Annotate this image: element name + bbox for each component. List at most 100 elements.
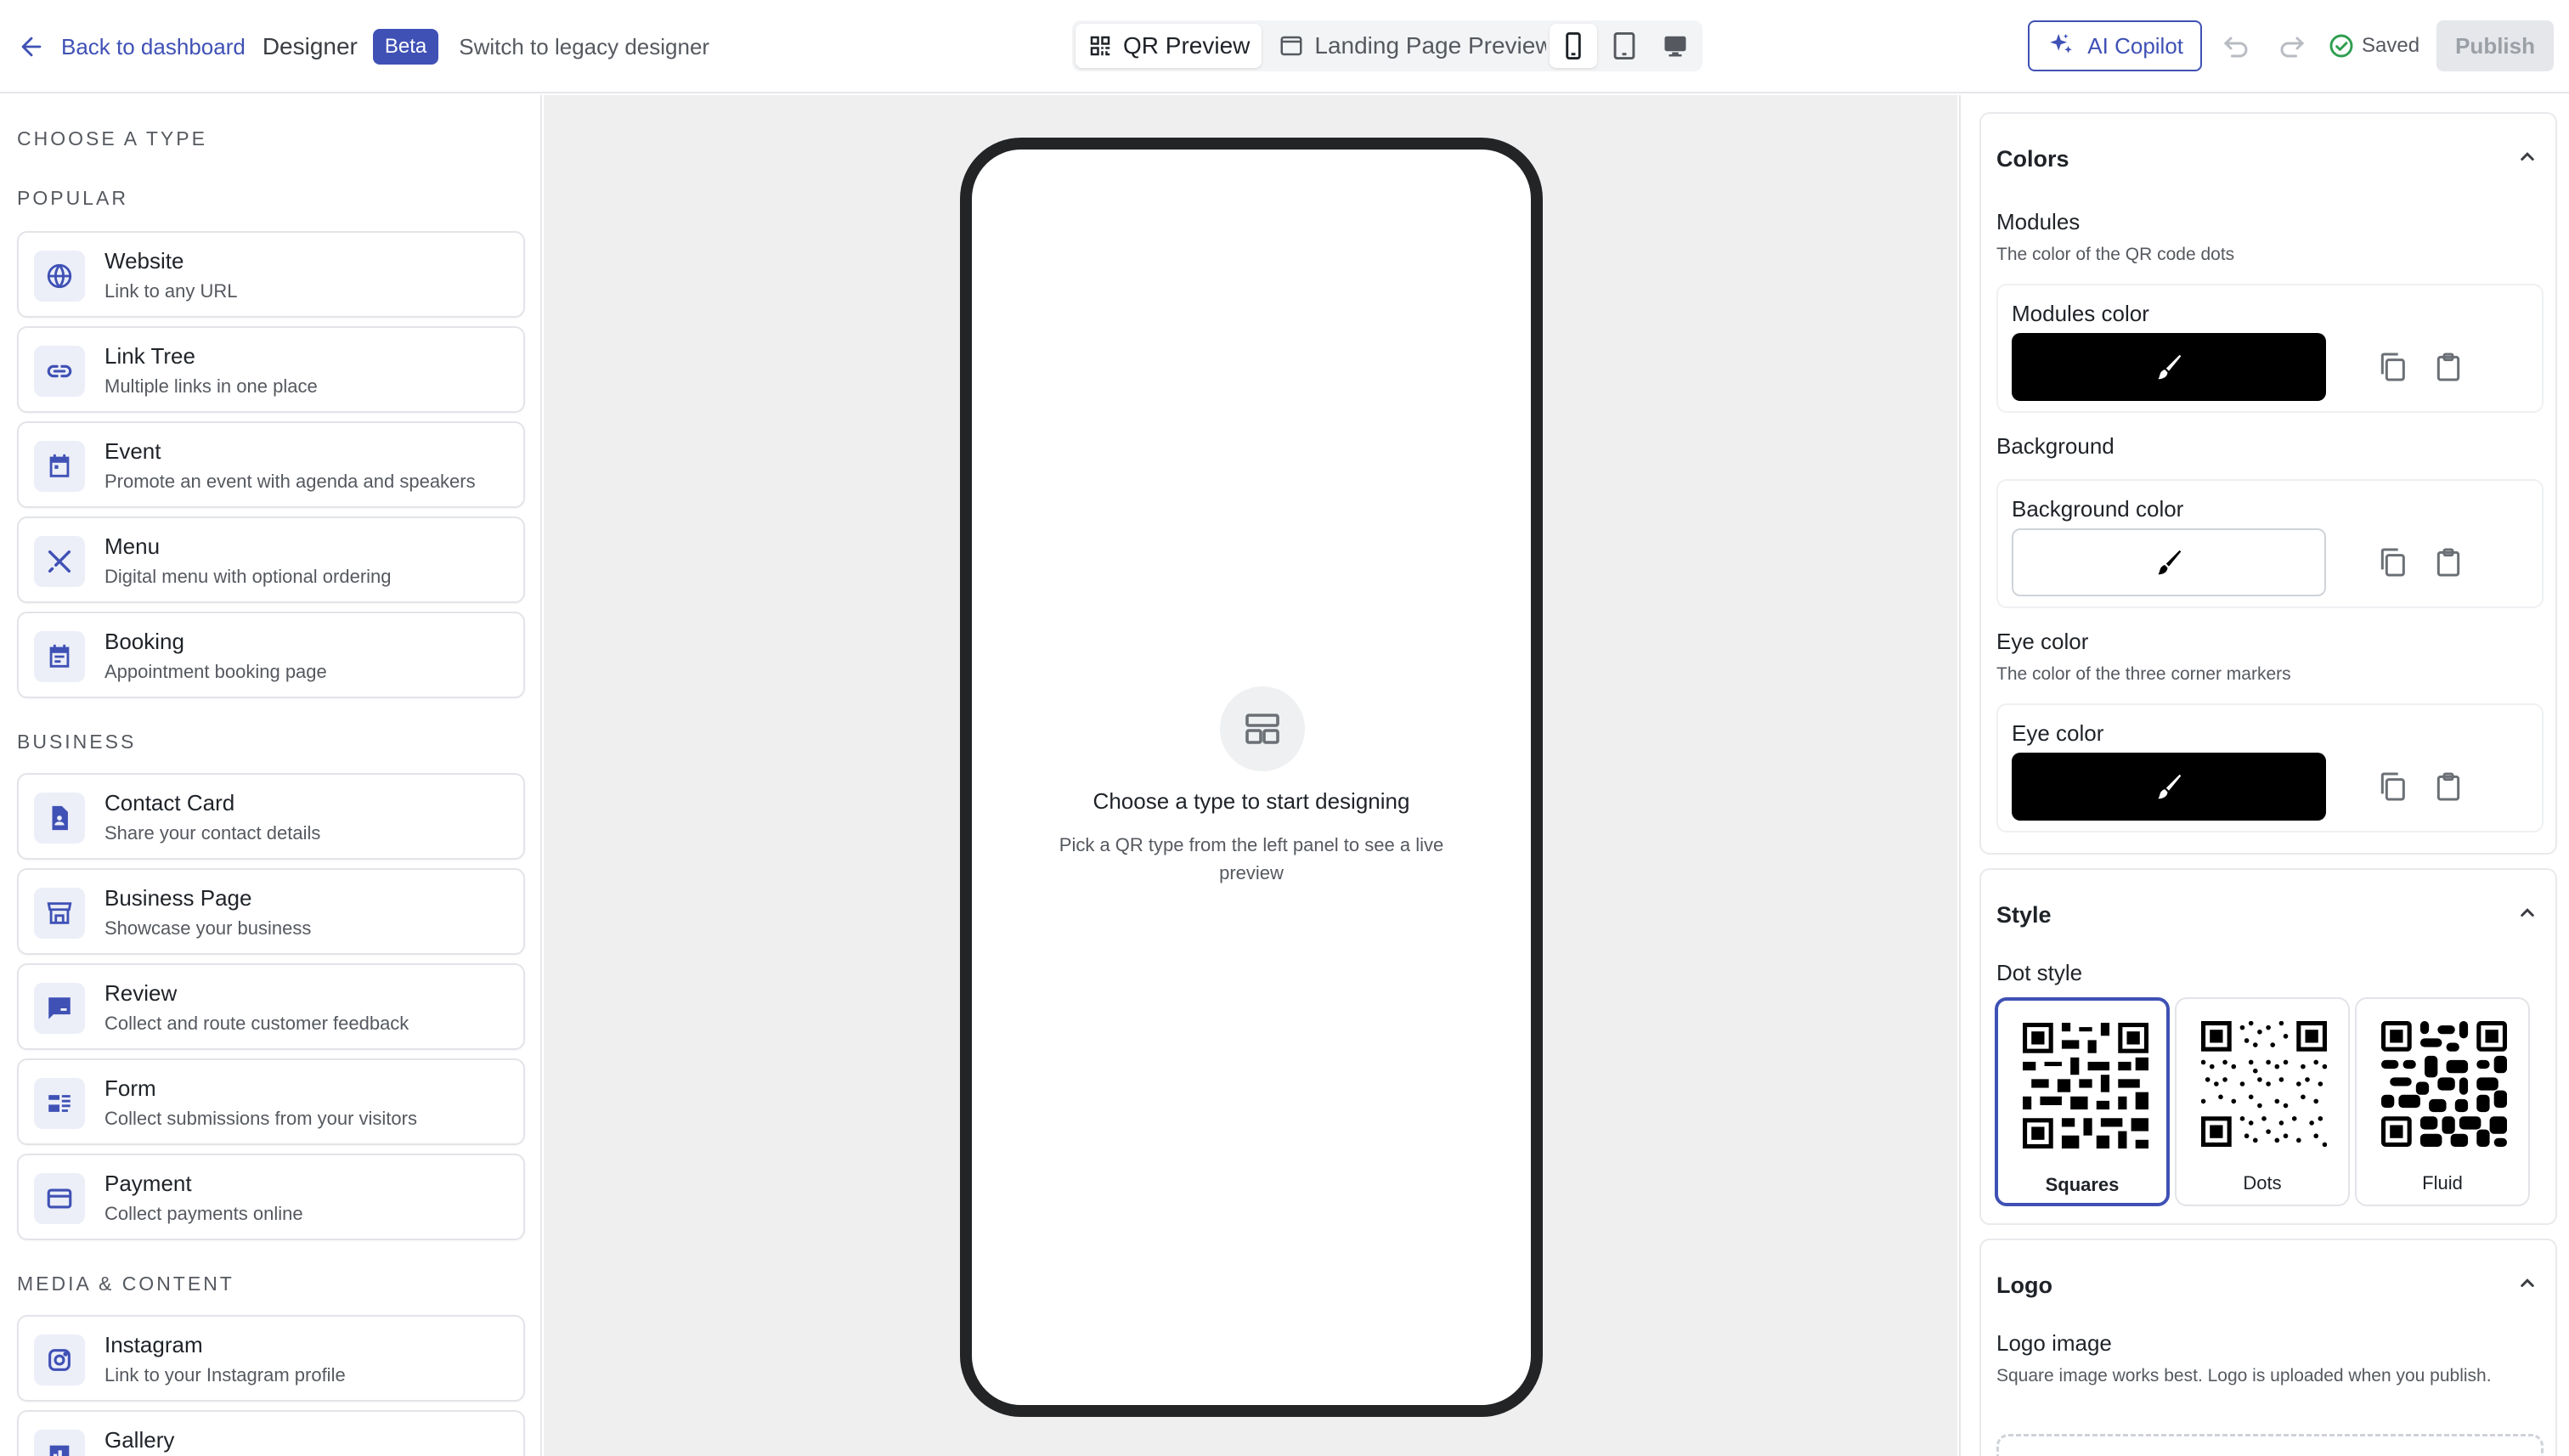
switch-legacy-link[interactable]: Switch to legacy designer: [459, 34, 709, 60]
ai-copilot-button[interactable]: AI Copilot: [2028, 20, 2203, 71]
device-desktop-button[interactable]: [1652, 24, 1699, 68]
storefront-icon: [34, 888, 85, 939]
preview-tabs: QR Preview Landing Page Preview: [1072, 20, 1568, 71]
type-card-gallery[interactable]: Gallery: [17, 1410, 525, 1456]
chevron-up-icon[interactable]: [2515, 1271, 2540, 1296]
back-label: Back to dashboard: [61, 33, 246, 59]
clipboard-icon: [2436, 548, 2460, 577]
copy-icon: [2380, 353, 2405, 381]
chevron-up-icon[interactable]: [2515, 144, 2540, 170]
paintbrush-icon: [2158, 774, 2182, 799]
colors-section-title: Colors: [1996, 146, 2069, 172]
eye-color-title: Eye color: [1996, 629, 2089, 654]
device-tablet-button[interactable]: [1601, 24, 1648, 68]
copy-color-button[interactable]: [2375, 770, 2409, 804]
contact-card-icon: [34, 793, 85, 844]
dot-style-fluid[interactable]: Fluid: [2355, 997, 2530, 1206]
type-card-booking[interactable]: Booking Appointment booking page: [17, 612, 525, 698]
dot-style-squares[interactable]: Squares: [1995, 997, 2170, 1206]
dot-style-label: Dot style: [1996, 960, 2083, 985]
type-card-website[interactable]: Website Link to any URL: [17, 231, 525, 318]
eye-color-swatch[interactable]: [2012, 753, 2326, 821]
background-title: Background: [1996, 433, 2114, 459]
copy-icon: [2380, 548, 2405, 577]
layout-icon: [1220, 686, 1305, 771]
check-circle-icon: [2329, 34, 2353, 58]
redo-icon: [2280, 37, 2305, 58]
phone-frame: Choose a type to start designing Pick a …: [960, 138, 1543, 1417]
type-card-form[interactable]: Form Collect submissions from your visit…: [17, 1058, 525, 1145]
paintbrush-icon: [2158, 354, 2182, 380]
clipboard-icon: [2436, 353, 2460, 381]
modules-description: The color of the QR code dots: [1996, 245, 2235, 264]
type-title: Contact Card: [104, 790, 235, 815]
colors-section: Colors Modules The color of the QR code …: [1979, 112, 2557, 855]
panel-title: CHOOSE A TYPE: [17, 127, 207, 150]
undo-button[interactable]: [2214, 24, 2258, 68]
copy-icon: [2380, 772, 2405, 801]
logo-upload-dropzone[interactable]: [1996, 1434, 2544, 1456]
type-title: Link Tree: [104, 343, 195, 369]
background-color-swatch[interactable]: [2012, 528, 2326, 596]
ai-copilot-label: AI Copilot: [2087, 32, 2184, 59]
device-phone-button[interactable]: [1550, 24, 1597, 68]
clipboard-icon: [2436, 772, 2460, 801]
type-card-link-tree[interactable]: Link Tree Multiple links in one place: [17, 326, 525, 413]
top-bar-right: AI Copilot Saved Publish: [2028, 20, 2554, 71]
dot-style-dots[interactable]: Dots: [2175, 997, 2350, 1206]
dot-style-name: Dots: [2243, 1172, 2282, 1194]
publish-button[interactable]: Publish: [2436, 20, 2554, 71]
type-card-event[interactable]: Event Promote an event with agenda and s…: [17, 421, 525, 508]
calendar-icon: [34, 441, 85, 492]
type-title: Instagram: [104, 1332, 203, 1357]
globe-icon: [34, 251, 85, 302]
saved-status: Saved: [2328, 32, 2419, 59]
paste-color-button[interactable]: [2431, 545, 2465, 579]
redo-button[interactable]: [2270, 24, 2314, 68]
logo-section: Logo Logo image Square image works best.…: [1979, 1239, 2557, 1456]
type-title: Payment: [104, 1171, 192, 1196]
type-title: Event: [104, 438, 161, 464]
chevron-up-icon[interactable]: [2515, 900, 2540, 926]
category-popular: POPULAR: [17, 187, 128, 209]
link-icon: [34, 346, 85, 397]
back-to-dashboard-link[interactable]: Back to dashboard: [17, 32, 246, 61]
logo-image-description: Square image works best. Logo is uploade…: [1996, 1366, 2492, 1385]
browser-window-icon: [1280, 36, 1302, 56]
style-section-title: Style: [1996, 902, 2052, 928]
dot-style-name: Squares: [2045, 1174, 2120, 1195]
tab-qr-preview[interactable]: QR Preview: [1076, 24, 1262, 68]
instagram-icon: [34, 1335, 85, 1385]
type-subtitle: Share your contact details: [104, 822, 321, 844]
qr-code-icon: [1090, 36, 1110, 56]
category-business: BUSINESS: [17, 731, 137, 753]
modules-color-swatch[interactable]: [2012, 333, 2326, 401]
paintbrush-icon: [2158, 550, 2182, 575]
beta-badge: Beta: [372, 29, 439, 65]
review-icon: [34, 983, 85, 1034]
desktop-icon: [1664, 36, 1686, 57]
type-subtitle: Digital menu with optional ordering: [104, 566, 392, 587]
type-card-business-page[interactable]: Business Page Showcase your business: [17, 868, 525, 955]
copy-color-button[interactable]: [2375, 545, 2409, 579]
saved-label: Saved: [2362, 34, 2420, 57]
paste-color-button[interactable]: [2431, 350, 2465, 384]
tab-landing-page-preview[interactable]: Landing Page Preview: [1267, 24, 1564, 68]
type-title: Form: [104, 1075, 156, 1101]
paste-color-button[interactable]: [2431, 770, 2465, 804]
type-card-payment[interactable]: Payment Collect payments online: [17, 1154, 525, 1240]
credit-card-icon: [34, 1173, 85, 1224]
copy-color-button[interactable]: [2375, 350, 2409, 384]
category-media-content: MEDIA & CONTENT: [17, 1273, 234, 1295]
phone-icon: [1566, 31, 1581, 60]
type-card-contact-card[interactable]: Contact Card Share your contact details: [17, 773, 525, 860]
type-subtitle: Link to your Instagram profile: [104, 1364, 346, 1385]
type-title: Website: [104, 248, 184, 274]
type-card-instagram[interactable]: Instagram Link to your Instagram profile: [17, 1315, 525, 1402]
type-subtitle: Collect submissions from your visitors: [104, 1108, 417, 1129]
device-switcher: [1546, 20, 1702, 71]
type-card-menu[interactable]: Menu Digital menu with optional ordering: [17, 516, 525, 603]
gallery-icon: [34, 1430, 85, 1456]
eye-color-field: Eye color: [1996, 703, 2544, 832]
type-card-review[interactable]: Review Collect and route customer feedba…: [17, 963, 525, 1050]
